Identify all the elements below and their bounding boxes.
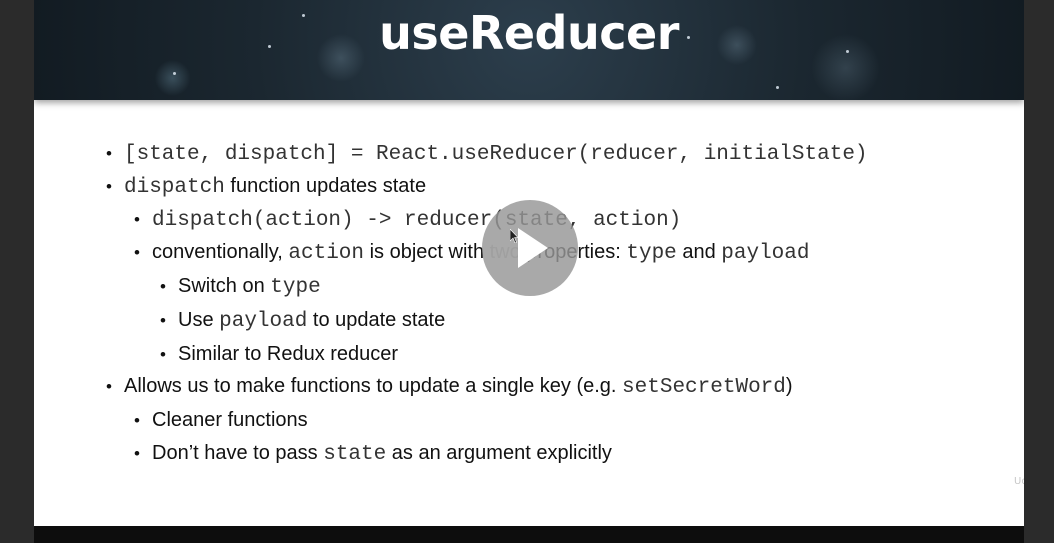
code-text: state xyxy=(323,443,387,466)
bullet-marker: • xyxy=(134,444,140,463)
bullet-text: conventionally, xyxy=(152,241,289,263)
bullet-text: Cleaner functions xyxy=(152,409,308,431)
bullet-item: • Allows us to make functions to update a… xyxy=(106,369,793,403)
bullet-text: is object with xyxy=(364,241,490,263)
sub-sub-bullet-item: • Switch on type xyxy=(160,269,321,303)
bullet-text: function updates state xyxy=(224,175,427,197)
star-decoration xyxy=(173,72,176,75)
bullet-item: • [state, dispatch] = React.useReducer(re… xyxy=(106,136,868,170)
code-text: action xyxy=(288,242,365,265)
star-decoration xyxy=(776,86,779,89)
bullet-item: • dispatch function updates state xyxy=(106,169,426,203)
sub-bullet-item: • Don’t have to pass state as an argument… xyxy=(134,436,612,470)
code-text: setSecretWord xyxy=(622,376,786,399)
video-bottom-bar xyxy=(34,526,1024,543)
bullet-text: as an argument explicitly xyxy=(386,442,612,464)
bullet-text: Don’t have to pass xyxy=(152,442,324,464)
udemy-watermark: Udemy xyxy=(1014,476,1024,487)
bullet-text: ) xyxy=(785,375,793,397)
sub-bullet-item: • Cleaner functions xyxy=(134,403,308,437)
code-text: type xyxy=(270,276,321,299)
bullet-marker: • xyxy=(160,277,166,296)
sub-bullet-item: • dispatch(action) -> reducer(state, acti… xyxy=(134,202,681,236)
sub-sub-bullet-item: • Similar to Redux reducer xyxy=(160,337,398,371)
slide-title: useReducer xyxy=(379,6,679,60)
bullet-text: to update state xyxy=(307,309,446,331)
code-text: dispatch(action) -> reducer(state, actio… xyxy=(152,209,682,232)
bullet-text: Use xyxy=(178,309,220,331)
bullet-marker: • xyxy=(106,144,112,163)
bullet-text: Similar to Redux reducer xyxy=(178,343,399,365)
code-text: dispatch xyxy=(124,176,225,199)
bullet-marker: • xyxy=(134,243,140,262)
play-button[interactable] xyxy=(482,200,578,296)
bullet-marker: • xyxy=(134,210,140,229)
bullet-text: Allows us to make functions to update a … xyxy=(124,375,623,397)
code-text: payload xyxy=(219,310,308,333)
bullet-text: Switch on xyxy=(178,275,271,297)
bullet-marker: • xyxy=(106,177,112,196)
sub-sub-bullet-item: • Use payload to update state xyxy=(160,303,445,337)
sub-bullet-item: • conventionally, action is object with t… xyxy=(134,235,809,269)
right-letterbox xyxy=(1024,0,1054,543)
code-text: type xyxy=(626,242,677,265)
title-banner: useReducer xyxy=(34,0,1024,100)
code-text: payload xyxy=(721,242,810,265)
bullet-marker: • xyxy=(160,311,166,330)
bullet-text: and xyxy=(676,241,722,263)
play-icon xyxy=(518,228,548,268)
bullet-marker: • xyxy=(106,377,112,396)
bullet-marker: • xyxy=(134,411,140,430)
mouse-cursor-icon xyxy=(510,229,518,243)
code-text: [state, dispatch] = React.useReducer(red… xyxy=(124,143,868,166)
left-letterbox xyxy=(0,0,34,543)
bullet-marker: • xyxy=(160,345,166,364)
